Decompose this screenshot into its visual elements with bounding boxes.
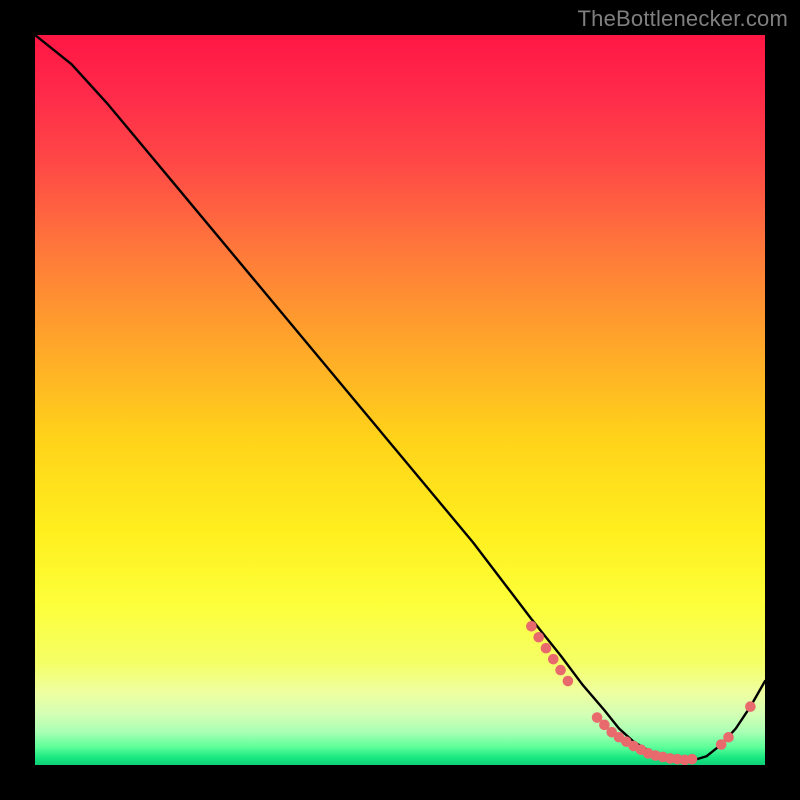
- data-marker: [548, 654, 559, 665]
- data-marker: [526, 621, 537, 632]
- bottleneck-curve: [35, 35, 765, 761]
- curve-layer: [35, 35, 765, 765]
- chart-container: TheBottlenecker.com: [0, 0, 800, 800]
- data-marker: [533, 632, 544, 643]
- attribution-text: TheBottlenecker.com: [578, 6, 788, 32]
- data-markers: [526, 621, 756, 765]
- data-marker: [541, 643, 552, 654]
- data-marker: [745, 701, 756, 712]
- data-marker: [563, 676, 574, 687]
- data-marker: [555, 665, 566, 676]
- plot-area: [35, 35, 765, 765]
- data-marker: [687, 754, 698, 765]
- data-marker: [723, 732, 734, 743]
